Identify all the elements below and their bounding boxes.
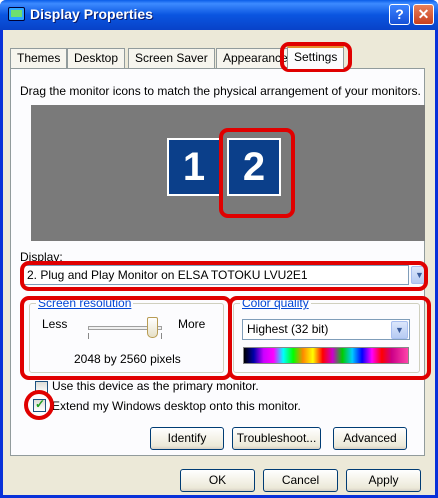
troubleshoot-button[interactable]: Troubleshoot... — [232, 427, 321, 450]
title-bar[interactable]: Display Properties ? ✕ — [0, 0, 438, 30]
primary-monitor-label: Use this device as the primary monitor. — [52, 379, 259, 393]
identify-button[interactable]: Identify — [150, 427, 224, 450]
primary-monitor-checkbox[interactable] — [35, 381, 48, 394]
instructions-text: Drag the monitor icons to match the phys… — [20, 84, 421, 98]
slider-less-label: Less — [42, 317, 68, 331]
close-button[interactable]: ✕ — [413, 4, 434, 25]
slider-more-label: More — [178, 317, 206, 331]
apply-button[interactable]: Apply — [346, 469, 421, 492]
screen-resolution-title: Screen resolution — [36, 296, 134, 310]
extend-desktop-label: Extend my Windows desktop onto this moni… — [52, 399, 301, 413]
color-spectrum-bar — [243, 347, 409, 364]
monitor-1-icon[interactable]: 1 — [167, 138, 221, 196]
resolution-slider-thumb[interactable] — [147, 317, 158, 338]
display-label: Display: — [20, 250, 63, 264]
resolution-value: 2048 by 2560 pixels — [74, 352, 181, 366]
color-quality-dropdown-arrow-icon[interactable]: ▼ — [391, 321, 408, 339]
window-title: Display Properties — [30, 6, 153, 22]
color-quality-select[interactable]: Highest (32 bit) — [242, 319, 410, 340]
display-dropdown-arrow-icon[interactable]: ▼ — [411, 266, 428, 284]
help-button[interactable]: ? — [389, 4, 410, 25]
ok-button[interactable]: OK — [180, 469, 255, 492]
tab-themes[interactable]: Themes — [10, 48, 68, 68]
color-quality-title: Color quality — [240, 296, 311, 310]
monitor-2-icon[interactable]: 2 — [227, 138, 281, 196]
tab-desktop[interactable]: Desktop — [67, 48, 126, 68]
tab-screen-saver[interactable]: Screen Saver — [128, 48, 215, 68]
extend-desktop-checkbox[interactable] — [33, 397, 46, 412]
cancel-button[interactable]: Cancel — [263, 469, 338, 492]
tab-settings[interactable]: Settings — [287, 46, 345, 69]
display-select[interactable]: 2. Plug and Play Monitor on ELSA TOTOKU … — [23, 265, 409, 285]
advanced-button[interactable]: Advanced — [333, 427, 407, 450]
display-properties-icon — [8, 7, 25, 21]
tab-appearance[interactable]: Appearance — [216, 48, 295, 68]
display-select-value: 2. Plug and Play Monitor on ELSA TOTOKU … — [27, 268, 308, 282]
color-quality-value: Highest (32 bit) — [247, 322, 329, 336]
